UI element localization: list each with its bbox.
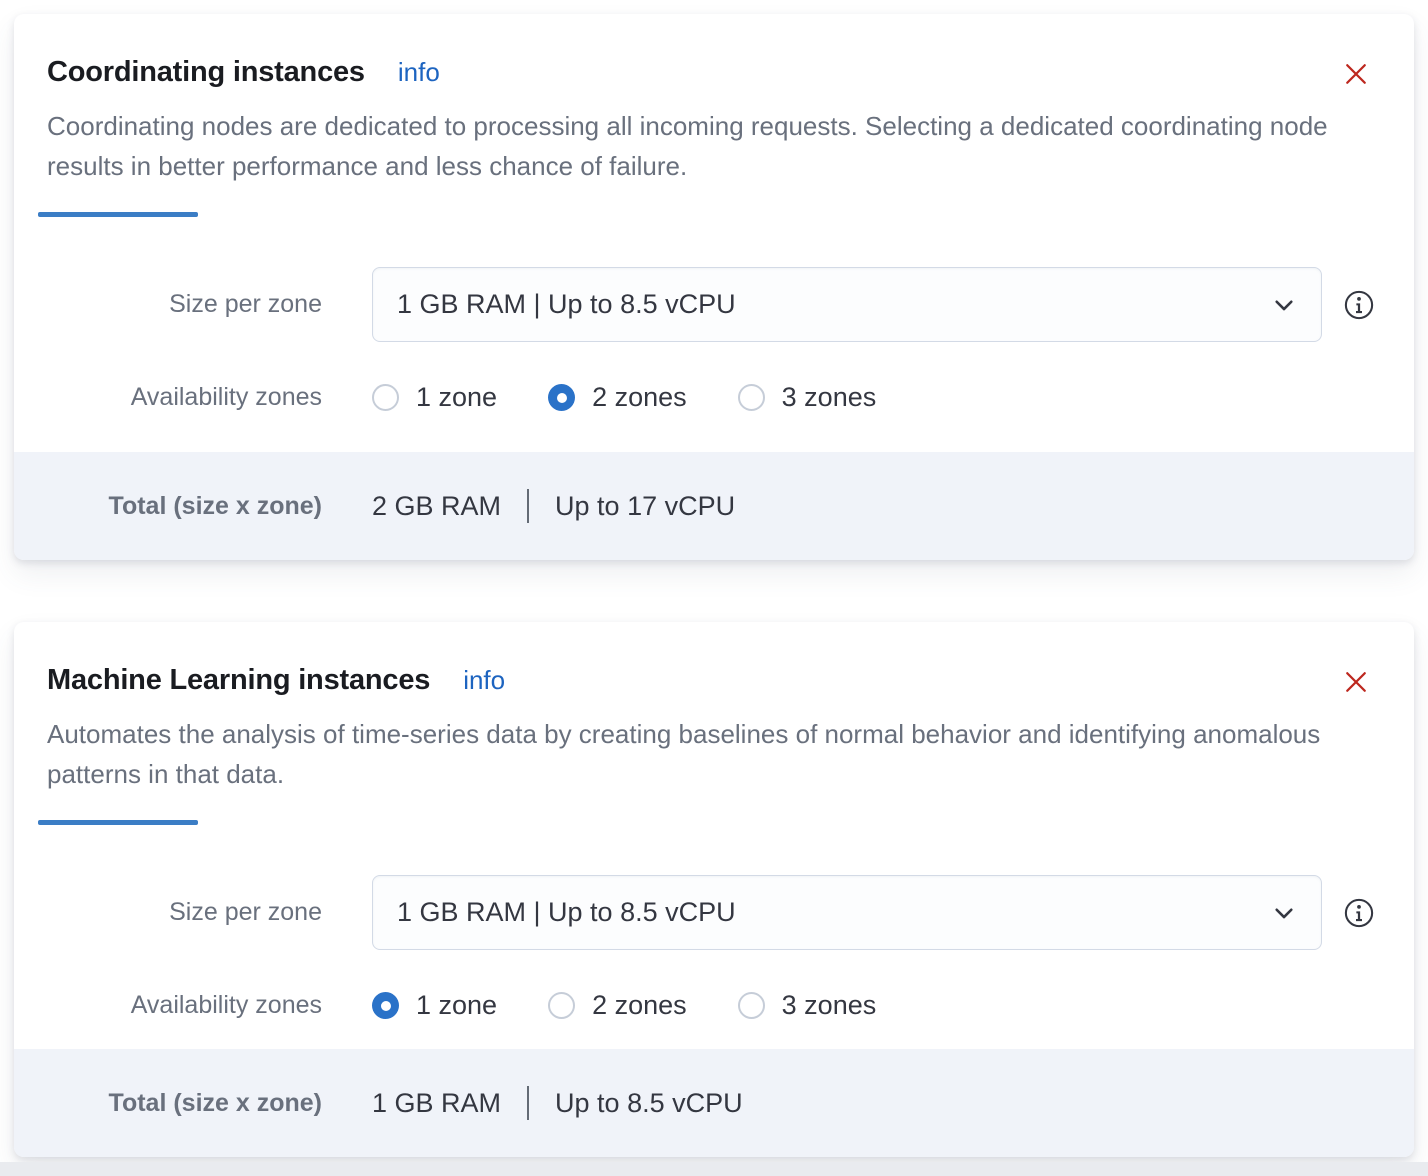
radio-circle[interactable] (372, 384, 399, 411)
radio-label: 3 zones (782, 382, 877, 413)
close-button[interactable] (1342, 668, 1370, 696)
size-per-zone-label: Size per zone (14, 290, 322, 319)
card-description: Automates the analysis of time-series da… (47, 714, 1357, 794)
card-title: Coordinating instances (47, 54, 365, 90)
availability-zones-label: Availability zones (14, 383, 322, 412)
radio-option-2-zones[interactable]: 2 zones (548, 990, 687, 1021)
radio-label: 2 zones (592, 990, 687, 1021)
size-per-zone-value: 1 GB RAM | Up to 8.5 vCPU (397, 289, 736, 320)
total-divider (527, 489, 529, 523)
bottom-strip (0, 1162, 1428, 1176)
size-per-zone-select[interactable]: 1 GB RAM | Up to 8.5 vCPU (372, 267, 1322, 342)
radio-circle[interactable] (738, 992, 765, 1019)
availability-zones-row: Availability zones 1 zone 2 zones 3 zone… (14, 382, 1414, 413)
total-footer: Total (size x zone) 2 GB RAM Up to 17 vC… (14, 452, 1414, 560)
availability-zones-radio-group: 1 zone 2 zones 3 zones (372, 990, 876, 1021)
card-header: Coordinating instances info Coordinating… (14, 14, 1414, 186)
chevron-down-icon (1271, 900, 1297, 926)
radio-label: 1 zone (416, 990, 497, 1021)
info-link[interactable]: info (398, 57, 440, 88)
radio-option-3-zones[interactable]: 3 zones (738, 990, 877, 1021)
card-machine-learning-instances: Machine Learning instances info Automate… (14, 622, 1414, 1157)
close-icon (1342, 668, 1370, 696)
total-label: Total (size x zone) (14, 492, 322, 521)
accent-bar (38, 820, 198, 825)
card-coordinating-instances: Coordinating instances info Coordinating… (14, 14, 1414, 560)
radio-circle[interactable] (738, 384, 765, 411)
radio-label: 1 zone (416, 382, 497, 413)
size-per-zone-select[interactable]: 1 GB RAM | Up to 8.5 vCPU (372, 875, 1322, 950)
radio-circle[interactable] (548, 384, 575, 411)
radio-option-1-zone[interactable]: 1 zone (372, 990, 497, 1021)
close-button[interactable] (1342, 60, 1370, 88)
availability-zones-radio-group: 1 zone 2 zones 3 zones (372, 382, 876, 413)
radio-circle[interactable] (372, 992, 399, 1019)
title-row: Coordinating instances info (47, 54, 1374, 90)
total-label: Total (size x zone) (14, 1089, 322, 1118)
radio-option-1-zone[interactable]: 1 zone (372, 382, 497, 413)
total-ram-value: 2 GB RAM (372, 491, 501, 522)
total-cpu-value: Up to 17 vCPU (555, 491, 735, 522)
availability-zones-label: Availability zones (14, 991, 322, 1020)
card-description: Coordinating nodes are dedicated to proc… (47, 106, 1357, 186)
size-per-zone-label: Size per zone (14, 898, 322, 927)
total-ram-value: 1 GB RAM (372, 1088, 501, 1119)
form-area: Size per zone 1 GB RAM | Up to 8.5 vCPU (14, 267, 1414, 413)
card-title: Machine Learning instances (47, 662, 430, 698)
size-per-zone-row: Size per zone 1 GB RAM | Up to 8.5 vCPU (14, 267, 1414, 342)
total-value: 1 GB RAM Up to 8.5 vCPU (372, 1086, 743, 1120)
availability-zones-row: Availability zones 1 zone 2 zones 3 zone… (14, 990, 1414, 1021)
info-circle-icon[interactable] (1344, 290, 1374, 320)
chevron-down-icon (1271, 292, 1297, 318)
total-cpu-value: Up to 8.5 vCPU (555, 1088, 743, 1119)
info-circle-icon[interactable] (1344, 898, 1374, 928)
total-divider (527, 1086, 529, 1120)
accent-bar (38, 212, 198, 217)
title-row: Machine Learning instances info (47, 662, 1374, 698)
radio-option-3-zones[interactable]: 3 zones (738, 382, 877, 413)
total-value: 2 GB RAM Up to 17 vCPU (372, 489, 735, 523)
close-icon (1342, 60, 1370, 88)
radio-label: 3 zones (782, 990, 877, 1021)
size-per-zone-value: 1 GB RAM | Up to 8.5 vCPU (397, 897, 736, 928)
radio-option-2-zones[interactable]: 2 zones (548, 382, 687, 413)
radio-label: 2 zones (592, 382, 687, 413)
form-area: Size per zone 1 GB RAM | Up to 8.5 vCPU (14, 875, 1414, 1021)
size-per-zone-row: Size per zone 1 GB RAM | Up to 8.5 vCPU (14, 875, 1414, 950)
card-header: Machine Learning instances info Automate… (14, 622, 1414, 794)
total-footer: Total (size x zone) 1 GB RAM Up to 8.5 v… (14, 1049, 1414, 1157)
info-link[interactable]: info (463, 665, 505, 696)
radio-circle[interactable] (548, 992, 575, 1019)
